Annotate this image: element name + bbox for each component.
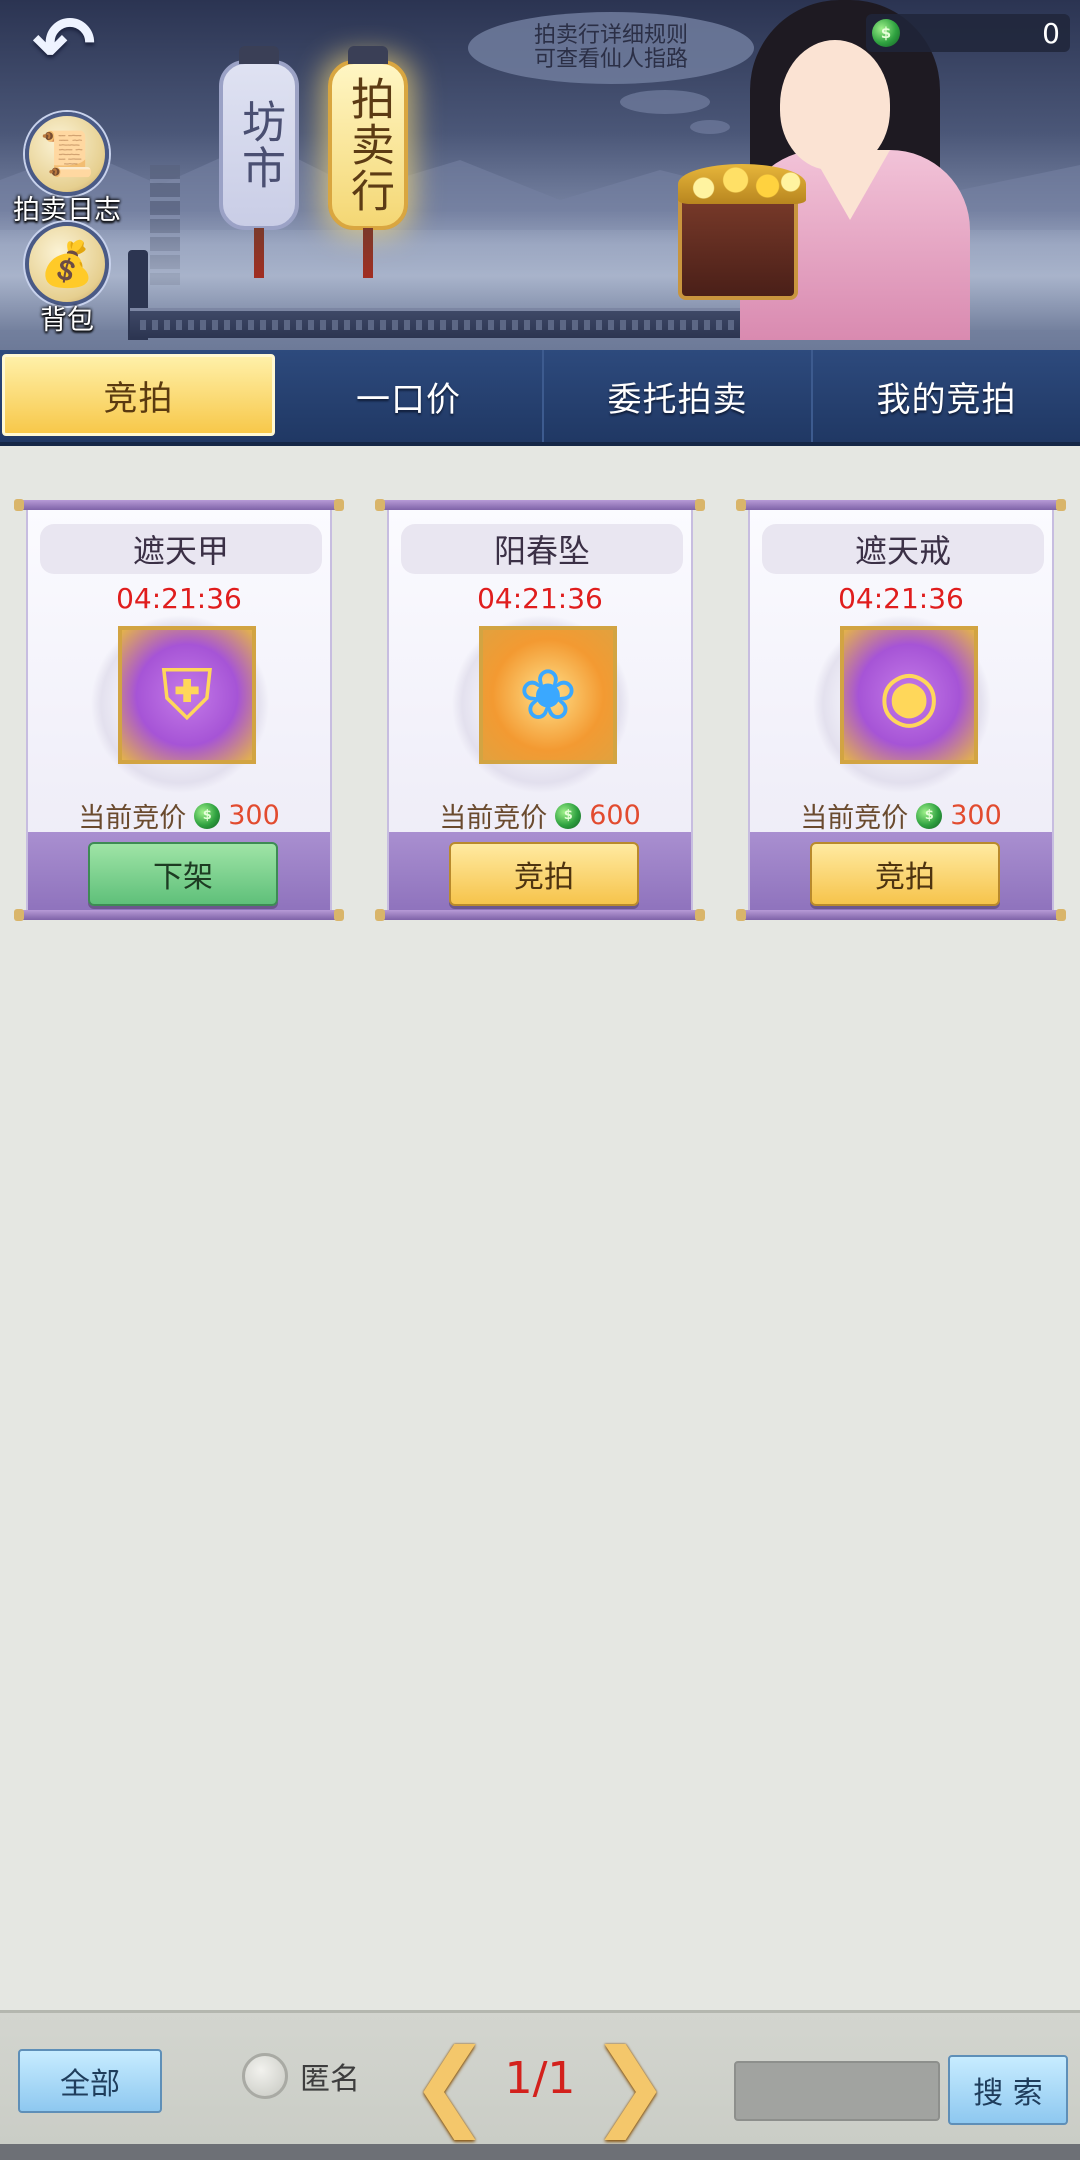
current-bid-row: 当前竞价 $ 300 xyxy=(28,796,330,835)
bottom-toolbar: 全部 匿名 ❮ 1/1 ❯ 搜 索 xyxy=(0,2010,1080,2160)
auction-lantern-tab[interactable]: 拍卖行 xyxy=(328,46,408,278)
currency-value: 0 xyxy=(1042,16,1060,50)
current-bid-row: 当前竞价 $ 300 xyxy=(750,796,1052,835)
current-bid-label: 当前竞价 xyxy=(78,803,187,834)
auction-card[interactable]: 遮天戒 04:21:36 ◉ 当前竞价 $ 300 竞拍 xyxy=(736,499,1066,921)
backpack-label: 背包 xyxy=(40,305,94,336)
scroll-rod xyxy=(736,499,1066,511)
auction-card[interactable]: 遮天甲 04:21:36 ⛨ 当前竞价 $ 300 下架 xyxy=(14,499,344,921)
backpack-button[interactable]: 💰 背包 xyxy=(22,222,112,337)
market-lantern-tab[interactable]: 坊市 xyxy=(219,46,299,278)
pendant-icon[interactable]: ❀ xyxy=(479,626,617,764)
undo-arrow-icon: ↶ xyxy=(32,0,96,88)
tab-bidding[interactable]: 竞拍 xyxy=(2,354,275,436)
anonymous-label: 匿名 xyxy=(300,2062,360,2097)
scroll-document-icon: 📜 xyxy=(25,112,109,196)
scroll-rod xyxy=(14,909,344,921)
tab-consign[interactable]: 委托拍卖 xyxy=(544,350,813,442)
item-name: 遮天甲 xyxy=(40,524,322,574)
card-panel: 遮天戒 04:21:36 ◉ 当前竞价 $ 300 竞拍 xyxy=(748,510,1054,910)
scroll-rod xyxy=(14,499,344,511)
armor-icon[interactable]: ⛨ xyxy=(118,626,256,764)
auction-header-scene: ↶ 📜 拍卖日志 💰 背包 坊市 拍卖行 拍卖行详细规则 可查看仙人指路 $ 0 xyxy=(0,0,1080,350)
card-panel: 阳春坠 04:21:36 ❀ 当前竞价 $ 600 竞拍 xyxy=(387,510,693,910)
auction-tab-bar: 竞拍 一口价 委托拍卖 我的竞拍 xyxy=(0,350,1080,446)
next-page-arrow-icon[interactable]: ❯ xyxy=(590,2028,670,2140)
tab-buyout[interactable]: 一口价 xyxy=(275,350,544,442)
delist-button[interactable]: 下架 xyxy=(88,842,278,906)
countdown-timer: 04:21:36 xyxy=(116,582,242,615)
item-name: 遮天戒 xyxy=(762,524,1044,574)
current-bid-label: 当前竞价 xyxy=(800,803,909,834)
anonymous-radio[interactable] xyxy=(242,2053,288,2099)
bid-button[interactable]: 竞拍 xyxy=(810,842,1000,906)
tab-my-bids[interactable]: 我的竞拍 xyxy=(813,350,1080,442)
treasure-chest-icon xyxy=(678,164,806,300)
filter-all-button[interactable]: 全部 xyxy=(18,2049,162,2113)
ring-icon[interactable]: ◉ xyxy=(840,626,978,764)
anonymous-toggle[interactable]: 匿名 xyxy=(242,2053,360,2099)
jade-coin-icon: $ xyxy=(555,802,582,829)
current-bid-value: 300 xyxy=(228,800,280,831)
auction-log-button[interactable]: 📜 拍卖日志 xyxy=(13,112,121,227)
current-bid-row: 当前竞价 $ 600 xyxy=(389,796,691,835)
jade-coin-icon: $ xyxy=(872,19,900,47)
item-name: 阳春坠 xyxy=(401,524,683,574)
gold-pile xyxy=(678,164,806,204)
jade-coin-icon: $ xyxy=(916,802,943,829)
card-panel: 遮天甲 04:21:36 ⛨ 当前竞价 $ 300 下架 xyxy=(26,510,332,910)
countdown-timer: 04:21:36 xyxy=(838,582,964,615)
scroll-rod xyxy=(375,499,705,511)
current-bid-value: 300 xyxy=(950,800,1002,831)
currency-display: $ 0 xyxy=(866,14,1070,52)
scroll-rod xyxy=(736,909,1066,921)
auction-item-grid: 遮天甲 04:21:36 ⛨ 当前竞价 $ 300 下架 阳春坠 04:21:3… xyxy=(14,499,1066,921)
page-indicator: 1/1 xyxy=(504,2053,576,2104)
countdown-timer: 04:21:36 xyxy=(477,582,603,615)
jade-coin-icon: $ xyxy=(194,802,221,829)
bottom-strip xyxy=(0,2144,1080,2160)
prev-page-arrow-icon[interactable]: ❮ xyxy=(410,2028,490,2140)
current-bid-value: 600 xyxy=(589,800,641,831)
auction-card[interactable]: 阳春坠 04:21:36 ❀ 当前竞价 $ 600 竞拍 xyxy=(375,499,705,921)
bid-button[interactable]: 竞拍 xyxy=(449,842,639,906)
back-button[interactable]: ↶ xyxy=(14,0,114,88)
search-button[interactable]: 搜 索 xyxy=(948,2055,1068,2125)
money-bag-icon: 💰 xyxy=(25,222,109,306)
search-input[interactable] xyxy=(734,2061,940,2121)
current-bid-label: 当前竞价 xyxy=(439,803,548,834)
scroll-rod xyxy=(375,909,705,921)
